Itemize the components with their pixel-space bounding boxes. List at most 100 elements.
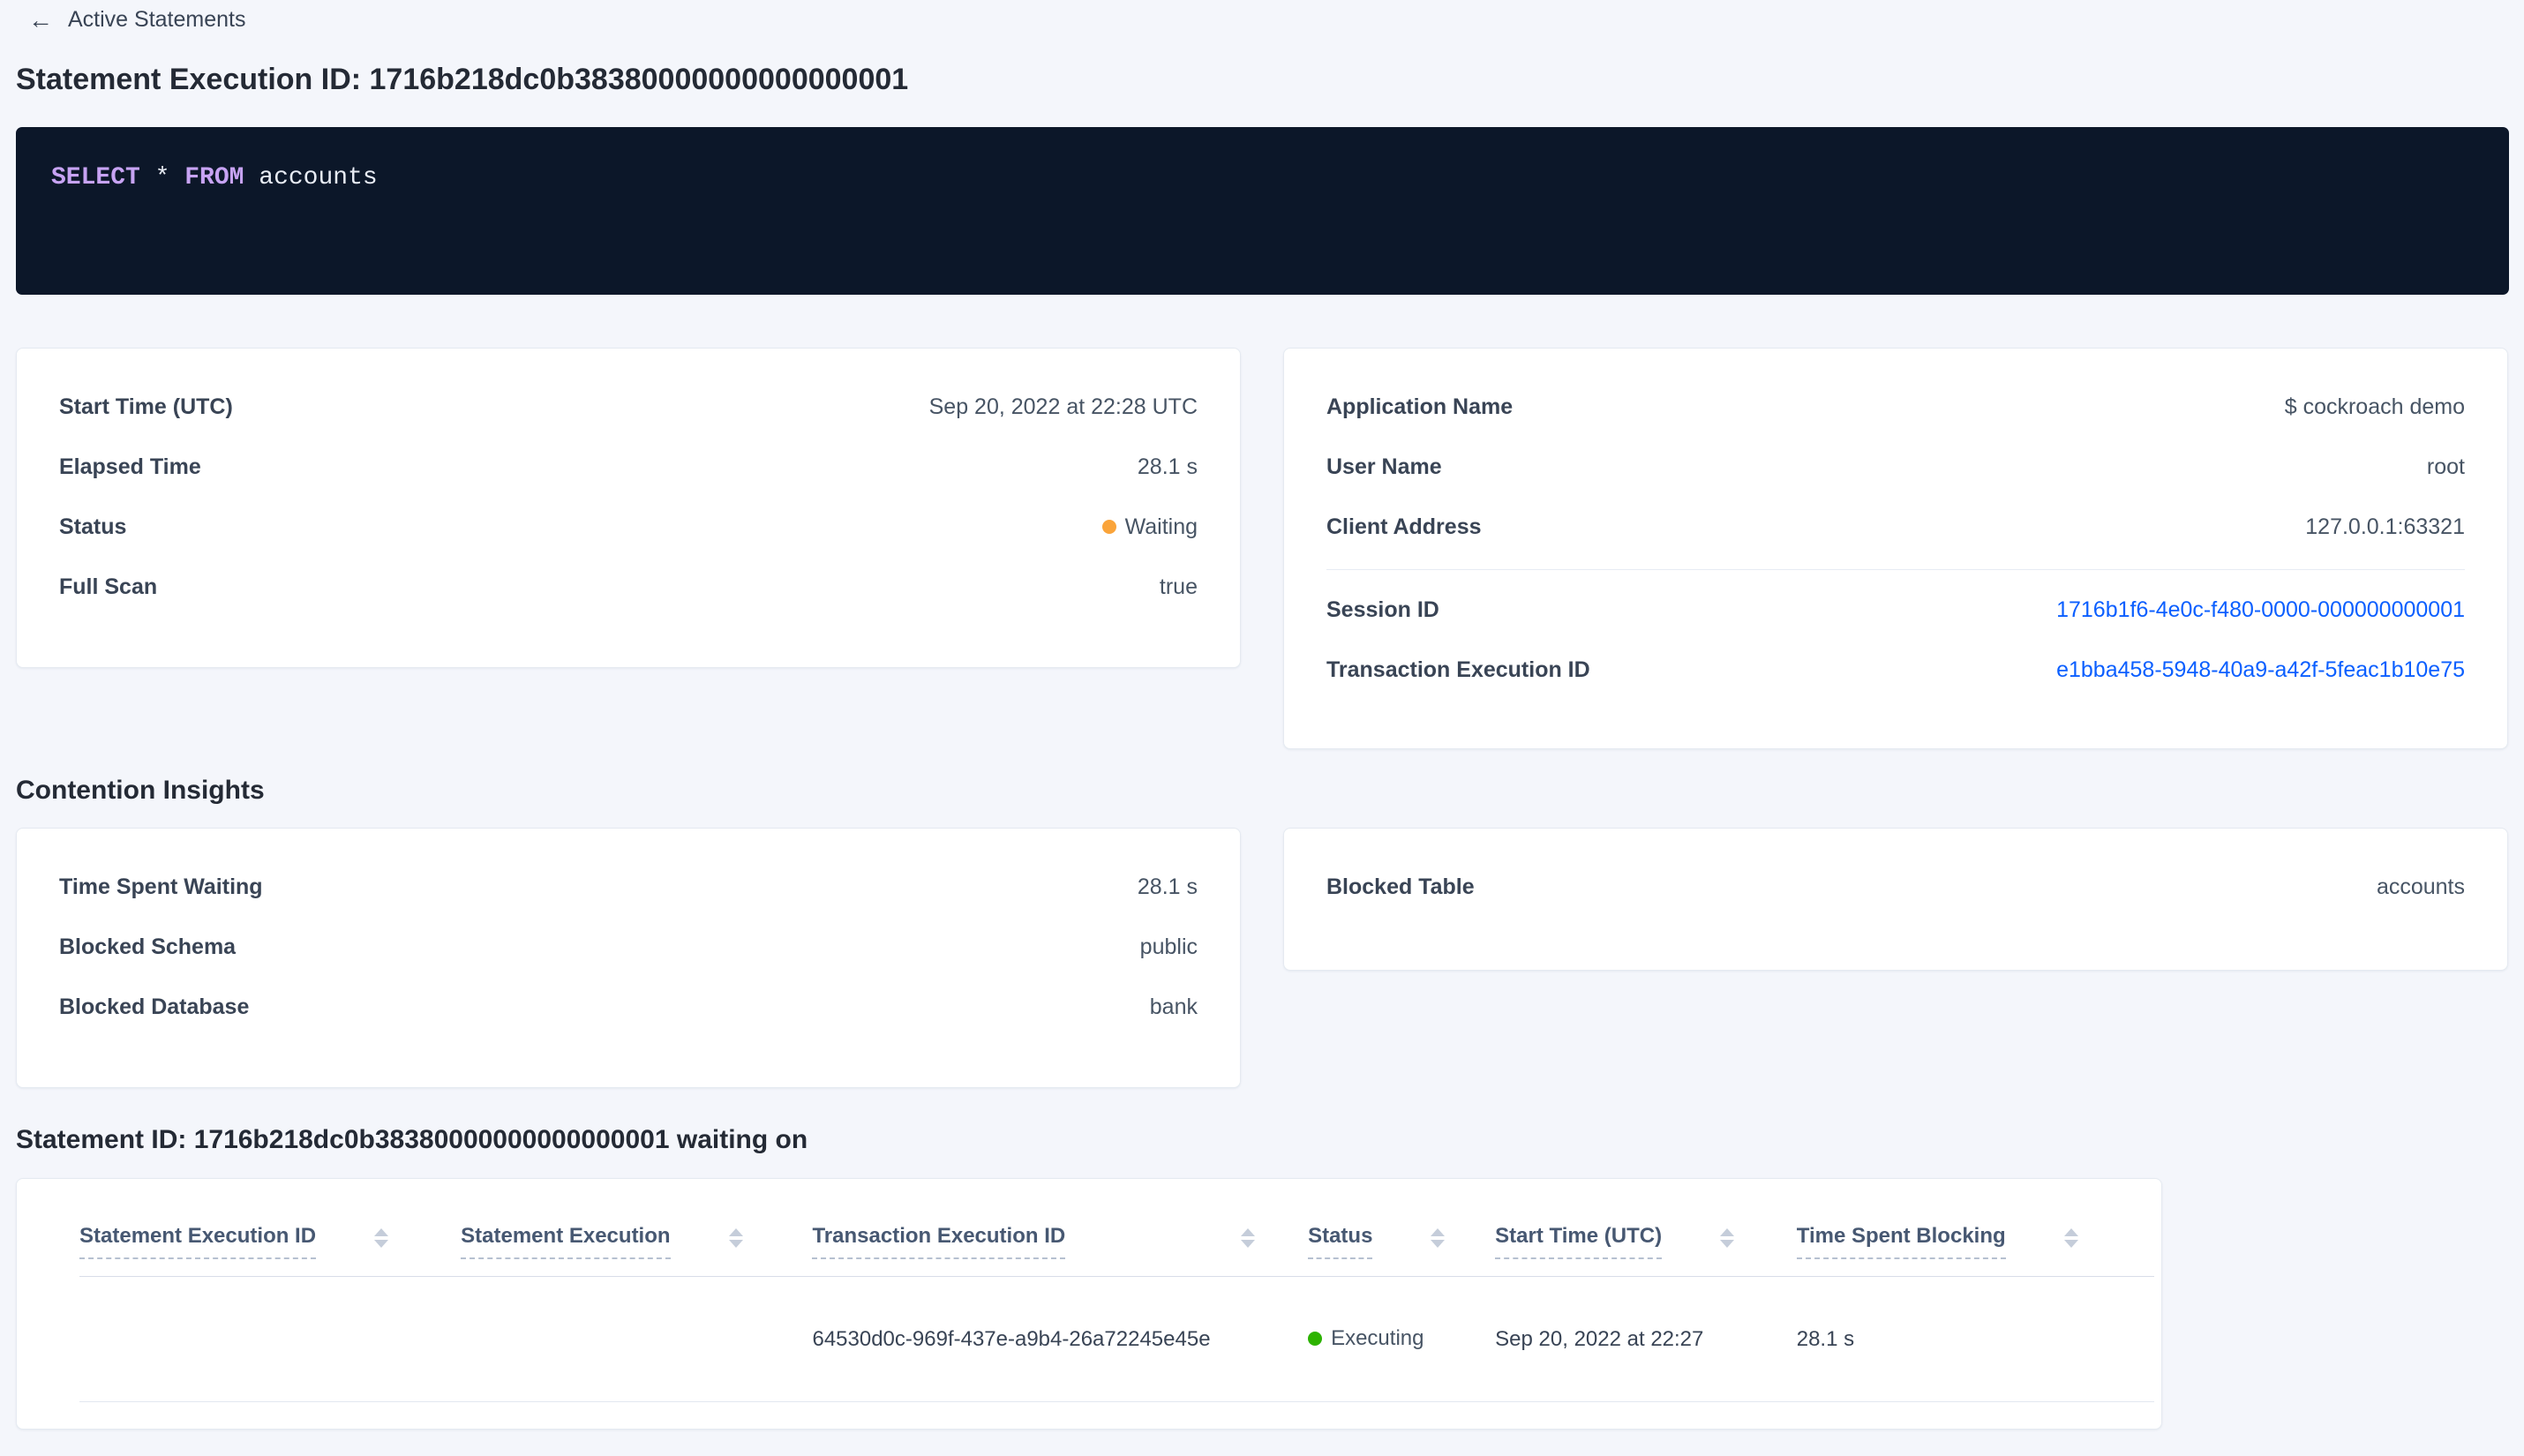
- sort-desc-icon: [1720, 1240, 1735, 1248]
- sql-keyword-from: FROM: [184, 164, 244, 191]
- cell-status: Executing: [1308, 1326, 1495, 1352]
- column-header-transaction-execution-id[interactable]: Transaction Execution ID: [812, 1223, 1308, 1259]
- blocked-table-label: Blocked Table: [1326, 874, 1475, 899]
- sort-desc-icon: [1431, 1240, 1446, 1248]
- transaction-execution-id-row: Transaction Execution ID e1bba458-5948-4…: [1326, 652, 2465, 687]
- sort-desc-icon: [1241, 1240, 1256, 1248]
- sql-statement-box: SELECT * FROM accounts: [16, 127, 2509, 295]
- column-header-time-spent-blocking[interactable]: Time Spent Blocking: [1796, 1223, 2154, 1259]
- status-label: Status: [59, 514, 127, 539]
- blocked-database-row: Blocked Database bank: [59, 989, 1198, 1024]
- waiting-on-table-card: Statement Execution ID Statement Executi…: [16, 1178, 2162, 1430]
- blocked-database-label: Blocked Database: [59, 994, 250, 1019]
- column-header-label: Start Time (UTC): [1495, 1223, 1663, 1259]
- sort-arrows-icon: [728, 1228, 743, 1248]
- statement-execution-details-page: ← Active Statements Statement Execution …: [0, 0, 2524, 1430]
- overview-card-left: Start Time (UTC) Sep 20, 2022 at 22:28 U…: [16, 348, 1241, 668]
- application-name-value: $ cockroach demo: [2284, 394, 2465, 419]
- start-time-value: Sep 20, 2022 at 22:28 UTC: [928, 394, 1198, 419]
- waiting-status-dot-icon: [1101, 520, 1116, 534]
- client-address-label: Client Address: [1326, 514, 1482, 539]
- application-name-row: Application Name $ cockroach demo: [1326, 389, 2465, 424]
- sql-table-name: accounts: [244, 164, 378, 191]
- cell-status-value: Executing: [1331, 1326, 1424, 1350]
- page-title: Statement Execution ID: 1716b218dc0b3838…: [16, 63, 909, 96]
- session-id-link[interactable]: 1716b1f6-4e0c-f480-0000-000000000001: [2056, 597, 2465, 623]
- sql-star: *: [139, 164, 185, 191]
- executing-status-dot-icon: [1308, 1332, 1323, 1346]
- contention-card-right: Blocked Table accounts: [1283, 828, 2508, 971]
- column-header-label: Time Spent Blocking: [1796, 1223, 2006, 1259]
- start-time-row: Start Time (UTC) Sep 20, 2022 at 22:28 U…: [59, 389, 1198, 424]
- transaction-execution-id-label: Transaction Execution ID: [1326, 657, 1590, 682]
- cell-time-spent-blocking: 28.1 s: [1796, 1326, 1855, 1351]
- column-header-status[interactable]: Status: [1308, 1223, 1495, 1259]
- waiting-on-title: Statement ID: 1716b218dc0b38380000000000…: [16, 1125, 808, 1154]
- session-id-row: Session ID 1716b1f6-4e0c-f480-0000-00000…: [1326, 592, 2465, 627]
- overview-card-right: Application Name $ cockroach demo User N…: [1283, 348, 2508, 749]
- contention-card-left: Time Spent Waiting 28.1 s Blocked Schema…: [16, 828, 1241, 1088]
- sort-asc-icon: [1720, 1228, 1735, 1236]
- blocked-database-value: bank: [1149, 994, 1198, 1019]
- card-divider: [1326, 569, 2465, 570]
- blocked-schema-row: Blocked Schema public: [59, 929, 1198, 964]
- transaction-execution-id-link[interactable]: e1bba458-5948-40a9-a42f-5feac1b10e75: [2056, 657, 2465, 683]
- column-header-label: Statement Execution: [461, 1223, 671, 1259]
- elapsed-time-value: 28.1 s: [1137, 454, 1198, 479]
- cell-transaction-execution-id: 64530d0c-969f-437e-a9b4-26a72245e45e: [812, 1326, 1211, 1351]
- column-header-statement-execution[interactable]: Statement Execution: [461, 1223, 812, 1259]
- status-badge: Waiting: [1101, 514, 1198, 540]
- waiting-on-table: Statement Execution ID Statement Executi…: [79, 1179, 2154, 1402]
- back-link[interactable]: ← Active Statements: [28, 0, 245, 33]
- blocked-table-value: accounts: [2376, 874, 2465, 899]
- full-scan-value: true: [1159, 574, 1198, 599]
- status-badge: Executing: [1308, 1326, 1424, 1351]
- sql-keyword-select: SELECT: [51, 164, 140, 191]
- sort-asc-icon: [1241, 1228, 1256, 1236]
- column-header-statement-execution-id[interactable]: Statement Execution ID: [79, 1223, 461, 1259]
- session-id-label: Session ID: [1326, 597, 1439, 622]
- table-header-row: Statement Execution ID Statement Executi…: [79, 1179, 2154, 1277]
- blocked-table-row: Blocked Table accounts: [1326, 869, 2465, 904]
- start-time-label: Start Time (UTC): [59, 394, 233, 419]
- overview-cards-row: Start Time (UTC) Sep 20, 2022 at 22:28 U…: [16, 348, 2509, 749]
- sort-asc-icon: [2063, 1228, 2078, 1236]
- sort-asc-icon: [374, 1228, 389, 1236]
- column-header-start-time[interactable]: Start Time (UTC): [1495, 1223, 1797, 1259]
- full-scan-label: Full Scan: [59, 574, 158, 599]
- user-name-label: User Name: [1326, 454, 1442, 479]
- sort-arrows-icon: [2063, 1228, 2078, 1248]
- contention-insights-title: Contention Insights: [16, 776, 265, 805]
- time-spent-waiting-label: Time Spent Waiting: [59, 874, 263, 899]
- elapsed-time-row: Elapsed Time 28.1 s: [59, 449, 1198, 484]
- sort-asc-icon: [728, 1228, 743, 1236]
- sort-arrows-icon: [1720, 1228, 1735, 1248]
- sort-desc-icon: [728, 1240, 743, 1248]
- client-address-row: Client Address 127.0.0.1:63321: [1326, 509, 2465, 544]
- back-arrow-icon: ←: [28, 5, 53, 34]
- back-link-label: Active Statements: [68, 7, 246, 32]
- status-row: Status Waiting: [59, 509, 1198, 544]
- table-row: 64530d0c-969f-437e-a9b4-26a72245e45e Exe…: [79, 1277, 2154, 1402]
- cell-start-time: Sep 20, 2022 at 22:27: [1495, 1326, 1704, 1351]
- time-spent-waiting-row: Time Spent Waiting 28.1 s: [59, 869, 1198, 904]
- blocked-schema-label: Blocked Schema: [59, 934, 237, 959]
- elapsed-time-label: Elapsed Time: [59, 454, 201, 479]
- application-name-label: Application Name: [1326, 394, 1514, 419]
- status-value: Waiting: [1124, 514, 1198, 539]
- full-scan-row: Full Scan true: [59, 569, 1198, 604]
- column-header-label: Status: [1308, 1223, 1373, 1259]
- user-name-value: root: [2426, 454, 2465, 479]
- column-header-label: Transaction Execution ID: [812, 1223, 1066, 1259]
- blocked-schema-value: public: [1139, 934, 1198, 959]
- sort-desc-icon: [374, 1240, 389, 1248]
- sort-asc-icon: [1431, 1228, 1446, 1236]
- contention-cards-row: Time Spent Waiting 28.1 s Blocked Schema…: [16, 828, 2509, 1088]
- sort-desc-icon: [2063, 1240, 2078, 1248]
- sort-arrows-icon: [1241, 1228, 1256, 1248]
- user-name-row: User Name root: [1326, 449, 2465, 484]
- time-spent-waiting-value: 28.1 s: [1137, 874, 1198, 899]
- sort-arrows-icon: [374, 1228, 389, 1248]
- client-address-value: 127.0.0.1:63321: [2305, 514, 2465, 539]
- column-header-label: Statement Execution ID: [79, 1223, 317, 1259]
